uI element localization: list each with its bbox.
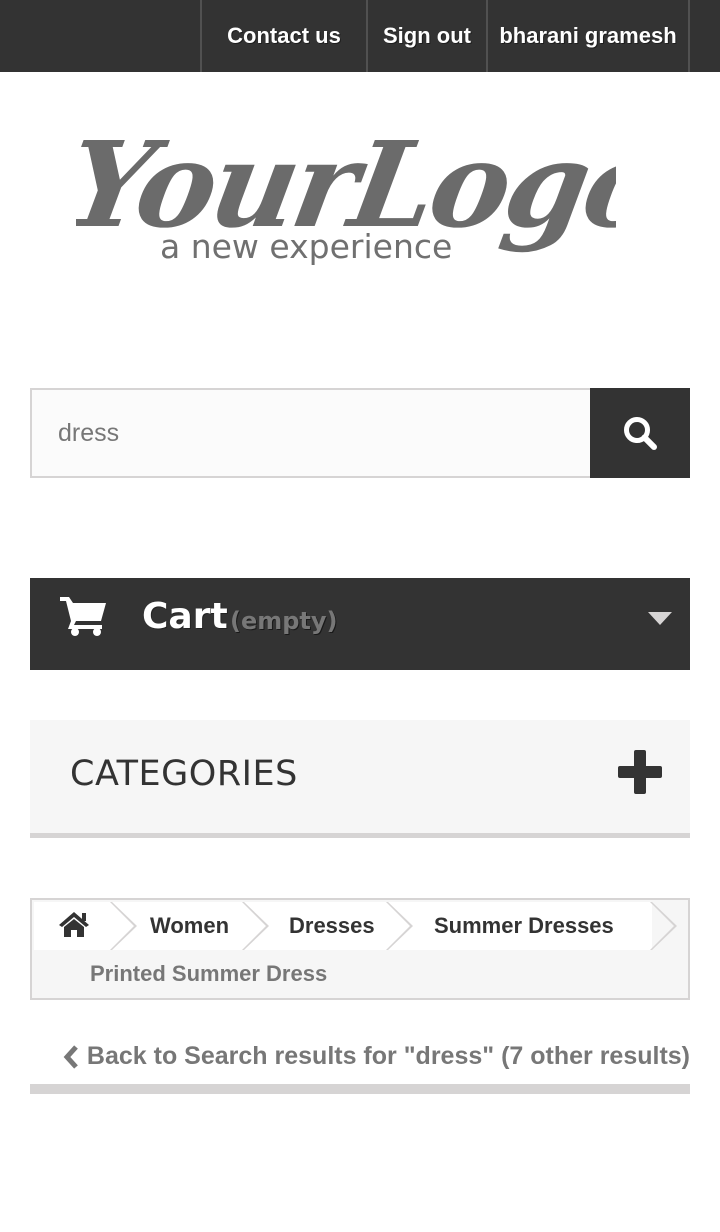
back-to-search-label: Back to Search results for "dress" (7 ot… bbox=[86, 1042, 690, 1070]
breadcrumb-item-summer-dresses[interactable]: Summer Dresses bbox=[434, 913, 614, 939]
categories-title: CATEGORIES bbox=[70, 754, 298, 794]
store-logo[interactable]: YourLogo a new experience bbox=[56, 108, 673, 278]
sign-out-link[interactable]: Sign out bbox=[366, 0, 486, 72]
home-icon[interactable] bbox=[58, 910, 90, 938]
categories-block[interactable]: CATEGORIES bbox=[30, 720, 690, 838]
cart-icon bbox=[60, 597, 106, 636]
search-button[interactable] bbox=[590, 388, 690, 478]
search-input[interactable] bbox=[32, 390, 590, 476]
user-account-link[interactable]: bharani gramesh bbox=[486, 0, 690, 72]
chevron-left-icon bbox=[63, 1044, 78, 1069]
search-field-wrapper bbox=[30, 388, 592, 478]
breadcrumb-strip: Women Dresses Summer Dresses bbox=[34, 902, 677, 950]
breadcrumb-item-women[interactable]: Women bbox=[150, 913, 229, 939]
breadcrumb-item-dresses[interactable]: Dresses bbox=[289, 913, 375, 939]
breadcrumb-separator bbox=[650, 902, 677, 950]
plus-icon[interactable] bbox=[618, 750, 662, 794]
top-nav-bar: Contact us Sign out bharani gramesh bbox=[0, 0, 720, 72]
breadcrumb-separator bbox=[242, 902, 269, 950]
back-to-search-link[interactable]: Back to Search results for "dress" (7 ot… bbox=[63, 1042, 690, 1071]
divider bbox=[30, 1084, 690, 1094]
breadcrumb-separator bbox=[386, 902, 413, 950]
contact-us-link[interactable]: Contact us bbox=[200, 0, 366, 72]
cart-label: Cart bbox=[142, 596, 228, 637]
breadcrumb-current: Printed Summer Dress bbox=[90, 961, 328, 986]
chevron-down-icon[interactable] bbox=[648, 612, 672, 626]
breadcrumb-separator bbox=[110, 902, 137, 950]
cart-block[interactable]: Cart (empty) bbox=[30, 578, 690, 670]
svg-text:a new experience: a new experience bbox=[160, 227, 452, 266]
breadcrumb: Women Dresses Summer Dresses Printed Sum… bbox=[30, 898, 690, 1000]
cart-status: (empty) bbox=[230, 607, 338, 635]
search-icon bbox=[624, 417, 657, 450]
